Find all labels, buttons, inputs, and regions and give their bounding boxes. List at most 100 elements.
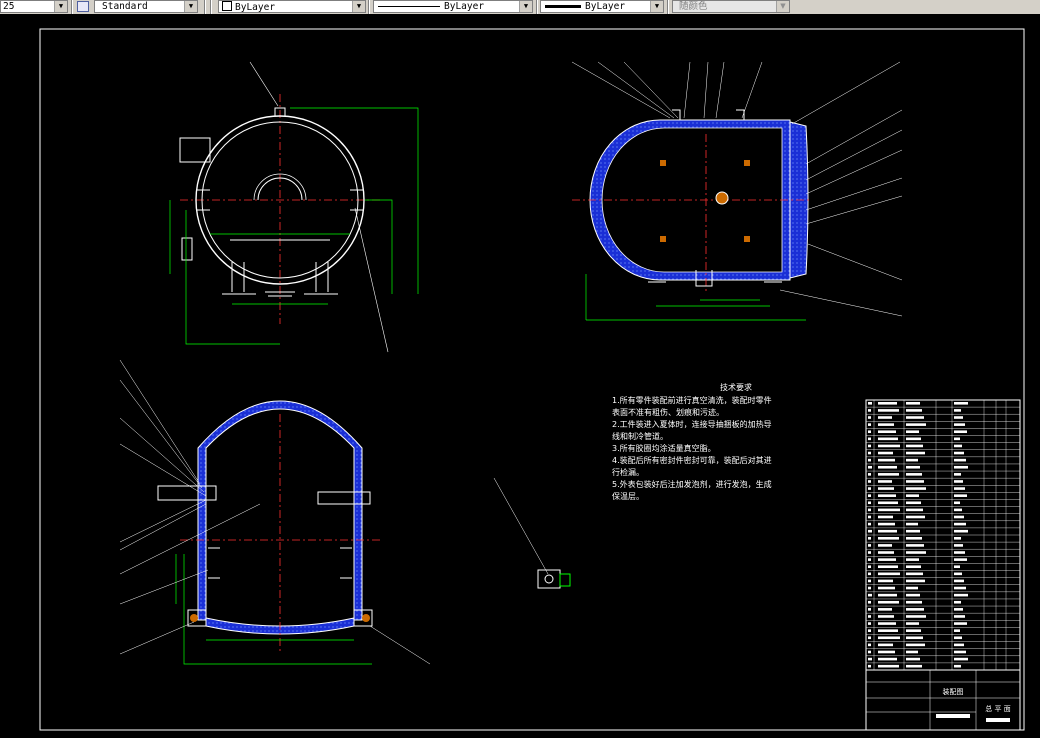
parts-cell-text — [878, 579, 893, 583]
title-block: 装配图 总 平 面 — [865, 669, 1021, 731]
parts-cell-text — [906, 487, 926, 490]
chevron-down-icon[interactable]: ▼ — [650, 1, 663, 12]
parts-cell-text — [906, 451, 925, 455]
parts-cell-text — [906, 480, 924, 483]
parts-cell-text — [878, 409, 899, 412]
linetype-dropdown[interactable]: ByLayer ▼ — [373, 0, 533, 13]
parts-cell-text — [868, 444, 871, 448]
parts-cell-text — [878, 494, 896, 497]
parts-cell-text — [878, 508, 900, 512]
parts-cell-text — [878, 600, 899, 604]
parts-cell-text — [878, 473, 899, 476]
parts-cell-text — [906, 473, 922, 476]
parts-cell-text — [868, 579, 871, 583]
parts-cell-text — [878, 444, 900, 448]
parts-cell-text — [906, 551, 926, 554]
parts-cell-text — [868, 501, 871, 505]
parts-cell-text — [954, 444, 962, 448]
tech-line: 表面不准有粗伤、划痕和污迹。 — [612, 407, 724, 417]
parts-cell-text — [868, 664, 871, 668]
parts-cell-text — [906, 622, 919, 625]
parts-cell-text — [878, 529, 897, 533]
tech-line: 线和制冷管道。 — [612, 431, 668, 441]
lineweight-preview-icon — [545, 5, 581, 8]
parts-cell-text — [954, 451, 964, 455]
parts-cell-text — [906, 437, 921, 441]
parts-cell-text — [954, 558, 967, 561]
parts-cell-text — [954, 437, 960, 441]
parts-cell-text — [868, 409, 871, 412]
parts-cell-text — [906, 508, 923, 512]
parts-cell-text — [906, 600, 922, 604]
parts-cell-text — [868, 494, 871, 497]
parts-cell-text — [954, 515, 964, 519]
parts-cell-text — [878, 622, 896, 625]
parts-cell-text — [878, 537, 899, 540]
lineweight-dropdown[interactable]: ByLayer ▼ — [540, 0, 664, 13]
scale-dropdown[interactable]: 25 ▼ — [0, 0, 68, 13]
tech-line: 3.所有胶圈均涂适量真空脂。 — [612, 443, 716, 453]
chevron-down-icon[interactable]: ▼ — [519, 1, 532, 12]
parts-cell-text — [906, 458, 918, 462]
parts-cell-text — [868, 636, 871, 640]
parts-cell-text — [878, 657, 897, 661]
parts-cell-text — [878, 402, 897, 405]
parts-cell-text — [878, 615, 894, 618]
plot-style-dropdown[interactable]: 随颜色 ▼ — [672, 0, 790, 13]
chevron-down-icon[interactable]: ▼ — [54, 1, 67, 12]
chevron-down-icon[interactable]: ▼ — [776, 1, 789, 12]
toolbar-separator — [536, 0, 538, 14]
parts-cell-text — [954, 608, 963, 611]
text-style-dropdown[interactable]: Standard ▼ — [94, 0, 198, 13]
parts-cell-text — [868, 416, 871, 419]
scale-value: 25 — [3, 1, 15, 12]
parts-cell-text — [868, 437, 871, 441]
parts-cell-text — [954, 416, 963, 419]
parts-cell-text — [906, 650, 918, 654]
parts-list — [865, 399, 1021, 671]
front-view — [169, 61, 419, 353]
chevron-down-icon[interactable]: ▼ — [184, 1, 197, 12]
parts-cell-text — [878, 416, 892, 419]
properties-toolbar: 25 ▼ Standard ▼ ByLayer ▼ ByLayer ▼ ByLa… — [0, 0, 1040, 15]
parts-cell-text — [906, 402, 920, 405]
parts-cell-text — [954, 508, 962, 512]
parts-cell-text — [954, 409, 961, 412]
parts-cell-text — [868, 551, 871, 554]
parts-cell-text — [868, 608, 871, 611]
parts-cell-text — [868, 508, 871, 512]
color-dropdown[interactable]: ByLayer ▼ — [218, 0, 366, 13]
tech-line: 5.外表包装好后注加发泡剂，进行发泡，生成 — [612, 479, 772, 489]
parts-cell-text — [868, 458, 871, 462]
parts-cell-text — [878, 423, 894, 426]
parts-cell-text — [878, 629, 898, 632]
parts-cell-text — [868, 480, 871, 483]
parts-cell-text — [906, 430, 919, 434]
color-value: ByLayer — [235, 2, 276, 13]
parts-cell-text — [878, 465, 897, 469]
parts-cell-text — [878, 501, 898, 505]
parts-cell-text — [906, 494, 919, 497]
parts-cell-text — [954, 402, 968, 405]
parts-cell-text — [878, 664, 899, 668]
parts-cell-text — [868, 572, 871, 576]
parts-cell-text — [954, 529, 968, 533]
parts-cell-text — [906, 615, 926, 618]
parts-cell-text — [878, 458, 895, 462]
text-style-icon[interactable] — [77, 1, 89, 12]
text-style-value: Standard — [102, 1, 148, 12]
parts-cell-text — [868, 650, 871, 654]
parts-cell-text — [906, 608, 924, 611]
parts-cell-text — [954, 480, 963, 483]
parts-cell-text — [954, 551, 965, 554]
parts-cell-text — [878, 650, 895, 654]
parts-cell-text — [954, 487, 965, 490]
parts-cell-text — [878, 608, 892, 611]
plot-style-value: 随颜色 — [679, 1, 708, 12]
chevron-down-icon[interactable]: ▼ — [352, 1, 365, 12]
parts-cell-text — [878, 451, 893, 455]
parts-cell-text — [906, 593, 920, 597]
parts-cell-text — [868, 423, 871, 426]
parts-cell-text — [954, 643, 964, 647]
drawing-canvas[interactable]: 技术要求 1.所有零件装配前进行真空清洗，装配时零件 表面不准有粗伤、划痕和污迹… — [0, 14, 1040, 734]
